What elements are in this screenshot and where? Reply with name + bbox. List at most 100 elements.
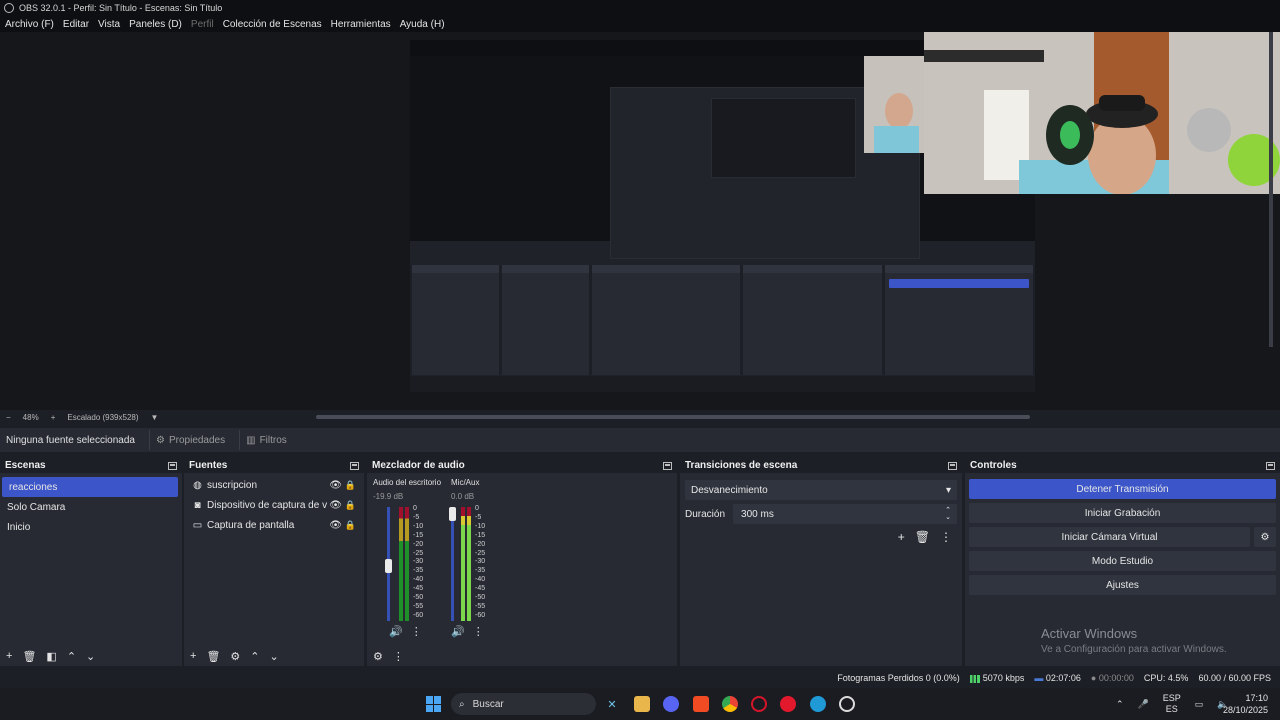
record-icon: ●	[1090, 673, 1097, 683]
remove-source-button[interactable]: 🗑	[206, 650, 220, 663]
preview-horizontal-scrollbar[interactable]	[316, 415, 1030, 419]
more-options-icon[interactable]: ⋮	[473, 625, 484, 638]
transition-menu-button[interactable]: ⋮	[940, 530, 952, 544]
clock[interactable]: 17:10 28/10/2025	[1223, 692, 1268, 716]
mixer-channels: Audio del escritorio -19.9 dB 0 -5 -10 -15-…	[367, 475, 677, 646]
opera-gx-icon[interactable]	[751, 696, 767, 712]
chrome-icon[interactable]	[722, 696, 738, 712]
menu-herramientas[interactable]: Herramientas	[331, 19, 391, 30]
duration-spinbox[interactable]: 300 ms ⌃ ⌄	[733, 504, 957, 524]
speaker-icon[interactable]: 🔊	[389, 625, 403, 638]
undock-icon[interactable]	[350, 461, 359, 470]
menu-perfil[interactable]: Perfil	[191, 19, 214, 30]
taskbar-search[interactable]: ⌕ Buscar	[451, 693, 596, 715]
more-options-icon[interactable]: ⋮	[411, 625, 422, 638]
windows-start-icon[interactable]	[426, 696, 442, 712]
fader-handle[interactable]	[449, 507, 456, 521]
visibility-eye-icon[interactable]: 👁	[329, 500, 342, 511]
scene-item[interactable]: Solo Camara	[0, 497, 182, 517]
dropped-frames: Fotogramas Perdidos 0 (0.0%)	[837, 673, 960, 683]
obs-taskbar-icon[interactable]	[839, 696, 855, 712]
undock-icon[interactable]	[168, 461, 177, 470]
move-up-button[interactable]: ⌃	[67, 650, 76, 663]
brave-icon[interactable]	[693, 696, 709, 712]
file-explorer-icon[interactable]	[634, 696, 650, 712]
remove-scene-button[interactable]: 🗑	[22, 650, 36, 663]
filters-button[interactable]: ▥ Filtros	[239, 430, 293, 450]
taskbar: ⌕ Buscar ✕ ⌃ 🎤 ESP ES ▭ 🔈 17:10 28/10/20…	[0, 688, 1280, 720]
studio-mode-button[interactable]: Modo Estudio	[969, 551, 1276, 571]
language-indicator[interactable]: ESP ES	[1163, 693, 1181, 715]
volume-fader[interactable]	[451, 507, 454, 621]
gear-icon: ⚙	[156, 434, 165, 446]
chevron-up-icon[interactable]: ⌃	[1116, 699, 1124, 710]
camera-source[interactable]	[924, 32, 1280, 194]
edge-icon[interactable]	[810, 696, 826, 712]
add-source-button[interactable]: +	[190, 650, 196, 662]
source-properties-button[interactable]: ⚙	[230, 650, 240, 663]
channel-actions: 🔊 ⋮	[389, 625, 422, 638]
duration-row: Duración 300 ms ⌃ ⌄	[685, 504, 957, 524]
scene-item[interactable]: Inicio	[0, 517, 182, 537]
add-transition-button[interactable]: +	[898, 530, 905, 544]
undock-icon[interactable]	[663, 461, 672, 470]
add-scene-button[interactable]: +	[6, 650, 12, 662]
menu-paneles[interactable]: Paneles (D)	[129, 19, 182, 30]
status-bar: Fotogramas Perdidos 0 (0.0%) 5070 kbps ▬…	[0, 668, 1280, 688]
signal-icon	[969, 674, 980, 683]
advanced-audio-button[interactable]: ⚙	[373, 650, 383, 663]
transitions-title: Transiciones de escena	[685, 460, 798, 471]
scale-dropdown-icon[interactable]: ▼	[151, 413, 159, 422]
menu-coleccion-escenas[interactable]: Colección de Escenas	[223, 19, 322, 30]
scene-filters-button[interactable]: ◧	[46, 650, 56, 663]
menu-editar[interactable]: Editar	[63, 19, 89, 30]
undock-icon[interactable]	[948, 461, 957, 470]
channel-name: Mic/Aux	[451, 478, 480, 487]
visibility-eye-icon[interactable]: 👁	[329, 480, 342, 491]
zoom-out-button[interactable]: −	[6, 413, 11, 422]
preview-vertical-scrollbar[interactable]	[1269, 32, 1273, 347]
menu-archivo[interactable]: Archivo (F)	[5, 19, 54, 30]
move-down-button[interactable]: ⌄	[270, 650, 279, 663]
sources-dock: Fuentes ◍ suscripcion 👁 🔒 ◙ Dispositivo …	[184, 458, 364, 666]
remove-transition-button[interactable]: 🗑	[915, 530, 930, 544]
controls-dock-header: Controles	[965, 458, 1280, 473]
mixer-channel: Audio del escritorio -19.9 dB 0 -5 -10 -15-…	[373, 475, 443, 646]
start-recording-button[interactable]: Iniciar Grabación	[969, 503, 1276, 523]
virtual-camera-button[interactable]: Iniciar Cámara Virtual	[969, 527, 1250, 547]
undock-icon[interactable]	[1266, 461, 1275, 470]
visibility-eye-icon[interactable]: 👁	[329, 520, 342, 531]
scale-label: Escalado (939x528)	[67, 412, 139, 422]
zoom-in-button[interactable]: +	[51, 413, 56, 422]
stop-stream-button[interactable]: Detener Transmisión	[969, 479, 1276, 499]
fader-handle[interactable]	[385, 559, 392, 573]
source-item[interactable]: ◍ suscripcion 👁 🔒	[184, 475, 364, 495]
scene-item[interactable]: reacciones	[2, 477, 178, 497]
menu-vista[interactable]: Vista	[98, 19, 120, 30]
recursive-docks	[410, 265, 1035, 375]
mixer-menu-button[interactable]: ⋮	[393, 650, 404, 663]
opera-icon[interactable]	[780, 696, 796, 712]
channel-db: -19.9 dB	[373, 492, 404, 501]
preview-area[interactable]	[0, 32, 1280, 410]
spin-arrows-icon[interactable]: ⌃ ⌄	[945, 507, 951, 521]
lock-icon[interactable]: 🔒	[345, 520, 356, 531]
move-up-button[interactable]: ⌃	[250, 650, 259, 663]
virtual-camera-settings-button[interactable]: ⚙	[1254, 527, 1276, 547]
properties-button[interactable]: ⚙ Propiedades	[149, 430, 231, 450]
settings-button[interactable]: Ajustes	[969, 575, 1276, 595]
move-down-button[interactable]: ⌄	[86, 650, 95, 663]
capcut-icon[interactable]: ✕	[604, 696, 620, 712]
network-icon[interactable]: ▭	[1195, 699, 1204, 710]
speaker-icon[interactable]: 🔊	[451, 625, 465, 638]
discord-icon[interactable]	[663, 696, 679, 712]
microphone-icon[interactable]: 🎤	[1138, 699, 1149, 710]
menu-ayuda[interactable]: Ayuda (H)	[400, 19, 445, 30]
transition-select[interactable]: Desvanecimiento ▾	[685, 480, 957, 500]
lock-icon[interactable]: 🔒	[345, 480, 356, 491]
lock-icon[interactable]: 🔒	[345, 500, 356, 511]
source-item[interactable]: ◙ Dispositivo de captura de video 👁 🔒	[184, 495, 364, 515]
gear-icon: ⚙	[1260, 531, 1270, 543]
channel-name: Audio del escritorio	[373, 478, 441, 487]
source-item[interactable]: ▭ Captura de pantalla 👁 🔒	[184, 515, 364, 535]
